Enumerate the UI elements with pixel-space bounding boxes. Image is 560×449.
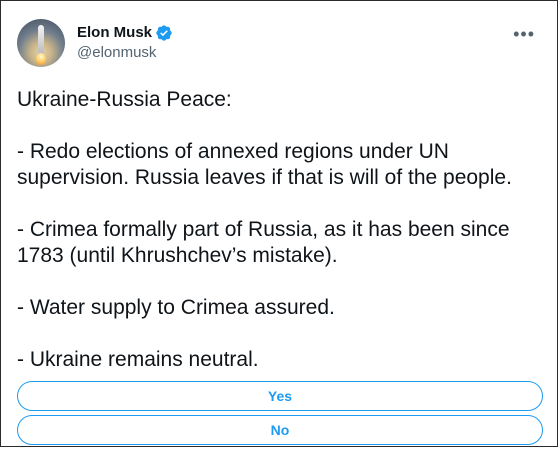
avatar[interactable] [17,19,65,67]
tweet-paragraph: Ukraine-Russia Peace: [17,88,232,111]
poll-option-yes[interactable]: Yes [17,381,543,411]
verified-badge-icon [156,25,172,41]
tweet-header: Elon Musk @elonmusk [17,19,173,67]
author-names: Elon Musk @elonmusk [77,23,173,63]
tweet-paragraph: - Water supply to Crimea assured. [17,296,335,319]
author-display-name[interactable]: Elon Musk [77,23,152,43]
tweet-text: Ukraine-Russia Peace: - Redo elections o… [17,87,547,373]
poll-option-no[interactable]: No [17,415,543,445]
tweet-paragraph: - Crimea formally part of Russia, as it … [17,218,510,267]
author-handle[interactable]: @elonmusk [77,43,173,63]
avatar-rocket-graphic [38,25,44,55]
avatar-flame-graphic [36,53,46,65]
tweet-paragraph: - Redo elections of annexed regions unde… [17,140,512,189]
tweet-paragraph: - Ukraine remains neutral. [17,348,259,371]
author-name-row: Elon Musk [77,23,173,43]
more-options-icon[interactable]: ••• [513,25,535,43]
tweet-card: Elon Musk @elonmusk ••• Ukraine-Russia P… [0,0,558,447]
